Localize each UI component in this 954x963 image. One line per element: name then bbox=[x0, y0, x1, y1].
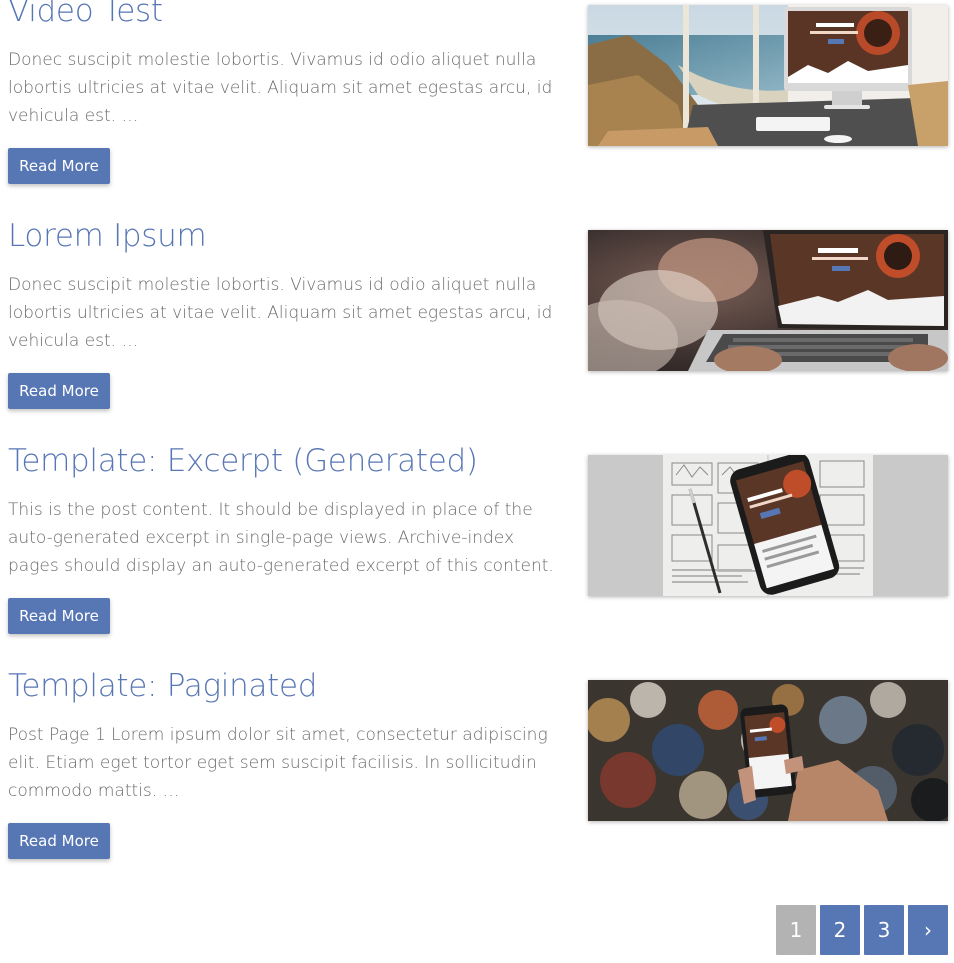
post-title[interactable]: Video Test bbox=[8, 0, 163, 34]
post-excerpt: Donec suscipit molestie lobortis. Vivamu… bbox=[8, 275, 553, 351]
read-more-button[interactable]: Read More bbox=[8, 148, 110, 184]
post-excerpt: Donec suscipit molestie lobortis. Vivamu… bbox=[8, 50, 553, 126]
post-title[interactable]: Template: Paginated bbox=[8, 663, 317, 709]
post-thumbnail-desk-imac[interactable] bbox=[588, 5, 948, 146]
read-more-button[interactable]: Read More bbox=[8, 598, 110, 634]
post-card: Template: Paginated Post Page 1 Lorem ip… bbox=[0, 668, 954, 875]
post-excerpt: Post Page 1 Lorem ipsum dolor sit amet, … bbox=[8, 725, 548, 801]
read-more-button[interactable]: Read More bbox=[8, 373, 110, 409]
post-title[interactable]: Lorem Ipsum bbox=[8, 213, 207, 259]
post-thumbnail-phone-crowd[interactable] bbox=[588, 680, 948, 821]
page-2-button[interactable]: 2 bbox=[820, 905, 860, 955]
post-title[interactable]: Template: Excerpt (Generated) bbox=[8, 438, 478, 484]
page-1-button[interactable]: 1 bbox=[776, 905, 816, 955]
pagination: 1 2 3 › bbox=[776, 905, 948, 955]
next-page-button[interactable]: › bbox=[908, 905, 948, 955]
post-thumbnail-phone-wireframes[interactable] bbox=[588, 455, 948, 596]
read-more-button[interactable]: Read More bbox=[8, 823, 110, 859]
post-card: Template: Excerpt (Generated) This is th… bbox=[0, 443, 954, 650]
post-card: Video Test Donec suscipit molestie lobor… bbox=[0, 0, 954, 200]
post-excerpt: This is the post content. It should be d… bbox=[8, 500, 554, 604]
post-card: Lorem Ipsum Donec suscipit molestie lobo… bbox=[0, 218, 954, 425]
page-3-button[interactable]: 3 bbox=[864, 905, 904, 955]
post-thumbnail-laptop[interactable] bbox=[588, 230, 948, 371]
